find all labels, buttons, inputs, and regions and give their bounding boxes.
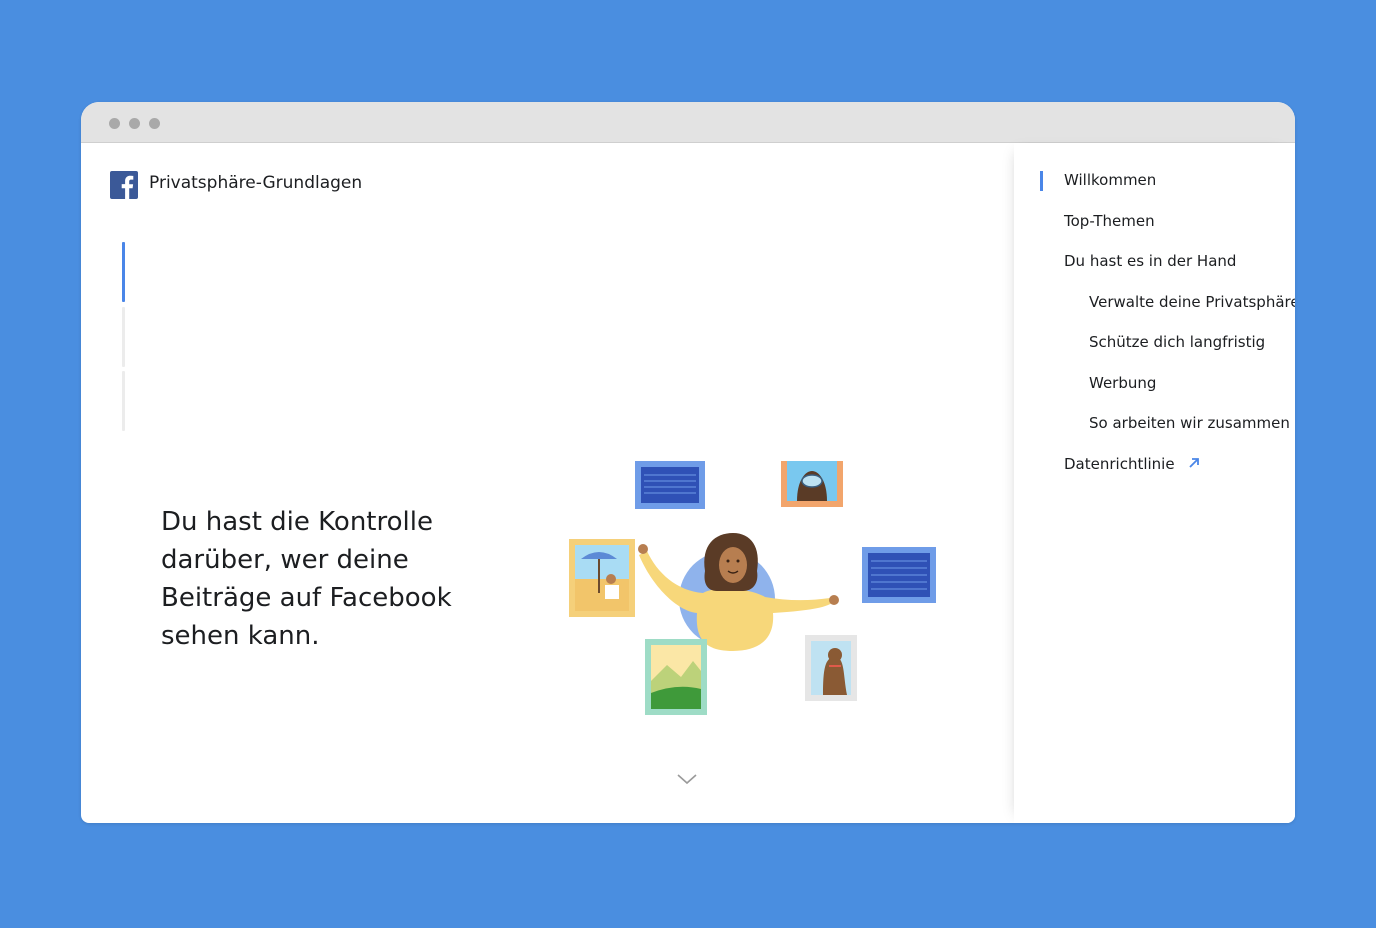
nav-item-willkommen[interactable]: Willkommen <box>1064 171 1156 189</box>
privacy-illustration <box>569 461 936 715</box>
nav-active-indicator <box>1040 171 1043 191</box>
dog-photo-icon <box>805 635 857 701</box>
page-title: Privatsphäre-Grundlagen <box>149 173 363 193</box>
post-frame-icon <box>862 547 936 603</box>
nav-item-werbung[interactable]: Werbung <box>1089 374 1156 392</box>
facebook-logo-icon[interactable] <box>110 171 138 199</box>
beach-photo-icon <box>569 539 635 617</box>
nav-item-datenrichtlinie[interactable]: Datenrichtlinie <box>1064 455 1201 474</box>
sidebar-nav: Willkommen Top-Themen Du hast es in der … <box>1014 143 1295 823</box>
person-hand <box>638 544 648 554</box>
window-titlebar <box>81 102 1295 143</box>
main-content: Privatsphäre-Grundlagen Du hast die Kont… <box>81 143 1014 823</box>
window-control-dot[interactable] <box>109 118 120 129</box>
chevron-down-icon[interactable] <box>675 771 699 787</box>
browser-window: Privatsphäre-Grundlagen Du hast die Kont… <box>81 102 1295 823</box>
nav-item-label: Datenrichtlinie <box>1064 455 1175 473</box>
person-hand <box>829 595 839 605</box>
diver-photo-icon <box>781 461 843 507</box>
progress-step[interactable] <box>122 371 125 431</box>
nav-item-verwalte-privatsphaere[interactable]: Verwalte deine Privatsphäre <box>1089 293 1295 311</box>
nav-item-top-themen[interactable]: Top-Themen <box>1064 212 1155 230</box>
external-link-arrow-icon <box>1187 456 1201 474</box>
nav-item-so-arbeiten-wir-zusammen[interactable]: So arbeiten wir zusammen <box>1089 414 1290 432</box>
window-control-dot[interactable] <box>129 118 140 129</box>
landscape-photo-icon <box>645 639 707 715</box>
progress-step-active[interactable] <box>122 242 125 302</box>
person-face <box>719 547 747 583</box>
headline: Du hast die Kontrolle darüber, wer deine… <box>161 507 452 651</box>
post-frame-icon <box>635 461 705 509</box>
nav-item-schuetze-dich[interactable]: Schütze dich langfristig <box>1089 333 1265 351</box>
progress-step[interactable] <box>122 307 125 367</box>
window-control-dot[interactable] <box>149 118 160 129</box>
nav-item-du-hast-es-in-der-hand[interactable]: Du hast es in der Hand <box>1064 252 1236 270</box>
